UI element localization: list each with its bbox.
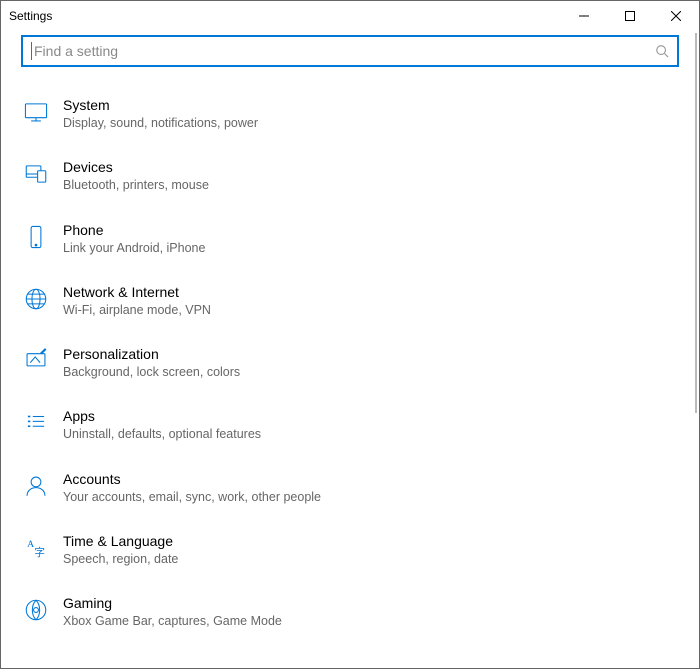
maximize-button[interactable]	[607, 1, 653, 31]
category-desc: Background, lock screen, colors	[63, 364, 679, 380]
category-gaming[interactable]: Gaming Xbox Game Bar, captures, Game Mod…	[1, 581, 699, 643]
category-personalization[interactable]: Personalization Background, lock screen,…	[1, 332, 699, 394]
devices-icon	[21, 159, 51, 189]
close-icon	[671, 11, 681, 21]
category-desc: Xbox Game Bar, captures, Game Mode	[63, 613, 679, 629]
categories-list[interactable]: System Display, sound, notifications, po…	[1, 75, 699, 671]
category-text: Time & Language Speech, region, date	[63, 533, 679, 567]
text-cursor	[31, 42, 32, 60]
category-text: Apps Uninstall, defaults, optional featu…	[63, 408, 679, 442]
maximize-icon	[625, 11, 635, 21]
minimize-icon	[579, 11, 589, 21]
system-icon	[21, 97, 51, 127]
category-text: Personalization Background, lock screen,…	[63, 346, 679, 380]
category-system[interactable]: System Display, sound, notifications, po…	[1, 83, 699, 145]
category-apps[interactable]: Apps Uninstall, defaults, optional featu…	[1, 394, 699, 456]
category-title: Accounts	[63, 471, 679, 487]
category-desc: Bluetooth, printers, mouse	[63, 177, 679, 193]
category-desc: Speech, region, date	[63, 551, 679, 567]
titlebar-controls	[561, 1, 699, 31]
category-title: Phone	[63, 222, 679, 238]
category-title: Apps	[63, 408, 679, 424]
search-icon[interactable]	[655, 44, 669, 58]
gaming-icon	[21, 595, 51, 625]
close-button[interactable]	[653, 1, 699, 31]
category-network[interactable]: Network & Internet Wi-Fi, airplane mode,…	[1, 270, 699, 332]
apps-icon	[21, 408, 51, 438]
phone-icon	[21, 222, 51, 252]
category-title: System	[63, 97, 679, 113]
category-desc: Link your Android, iPhone	[63, 240, 679, 256]
category-text: Network & Internet Wi-Fi, airplane mode,…	[63, 284, 679, 318]
svg-text:字: 字	[34, 546, 45, 559]
minimize-button[interactable]	[561, 1, 607, 31]
category-desc: Uninstall, defaults, optional features	[63, 426, 679, 442]
paint-icon	[21, 346, 51, 376]
category-desc: Display, sound, notifications, power	[63, 115, 679, 131]
category-title: Devices	[63, 159, 679, 175]
scrollbar[interactable]	[695, 33, 697, 413]
category-time-language[interactable]: A字 Time & Language Speech, region, date	[1, 519, 699, 581]
window-title: Settings	[9, 9, 561, 23]
category-desc: Wi-Fi, airplane mode, VPN	[63, 302, 679, 318]
category-accounts[interactable]: Accounts Your accounts, email, sync, wor…	[1, 457, 699, 519]
category-text: Devices Bluetooth, printers, mouse	[63, 159, 679, 193]
category-text: Phone Link your Android, iPhone	[63, 222, 679, 256]
category-text: System Display, sound, notifications, po…	[63, 97, 679, 131]
category-text: Gaming Xbox Game Bar, captures, Game Mod…	[63, 595, 679, 629]
titlebar: Settings	[1, 1, 699, 31]
category-desc: Your accounts, email, sync, work, other …	[63, 489, 679, 505]
category-text: Accounts Your accounts, email, sync, wor…	[63, 471, 679, 505]
category-title: Personalization	[63, 346, 679, 362]
time-language-icon: A字	[21, 533, 51, 563]
svg-text:A: A	[27, 539, 34, 550]
search-container	[1, 31, 699, 75]
globe-icon	[21, 284, 51, 314]
search-input[interactable]	[34, 43, 655, 59]
category-title: Time & Language	[63, 533, 679, 549]
category-title: Gaming	[63, 595, 679, 611]
search-box[interactable]	[21, 35, 679, 67]
category-phone[interactable]: Phone Link your Android, iPhone	[1, 208, 699, 270]
category-devices[interactable]: Devices Bluetooth, printers, mouse	[1, 145, 699, 207]
category-title: Network & Internet	[63, 284, 679, 300]
person-icon	[21, 471, 51, 501]
